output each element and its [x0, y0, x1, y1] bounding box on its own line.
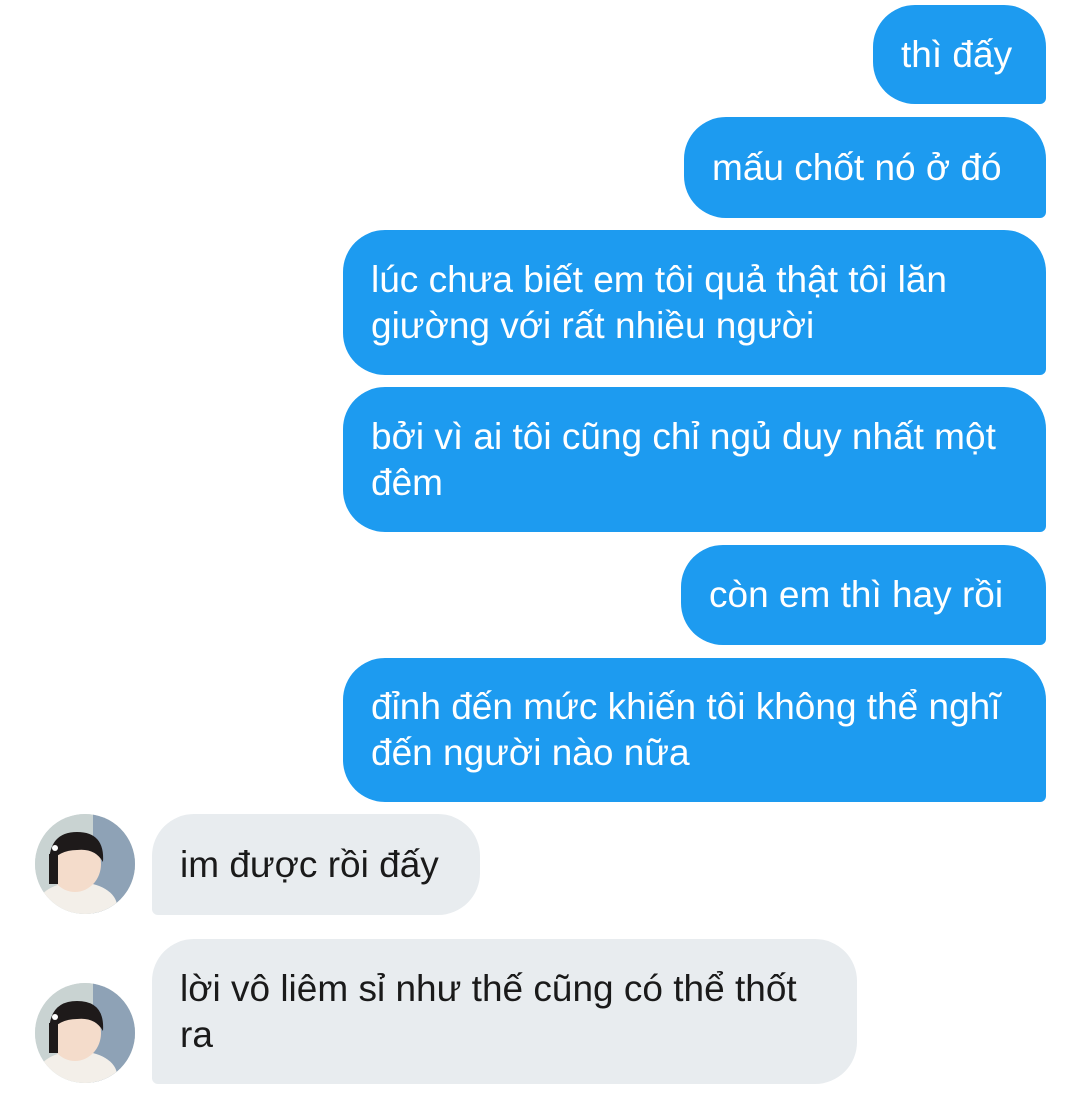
message-text: lời vô liêm sỉ như thế cũng có thể thốt …: [180, 967, 797, 1055]
message-text: còn em thì hay rồi: [709, 574, 1004, 615]
message-bubble-incoming[interactable]: lời vô liêm sỉ như thế cũng có thể thốt …: [152, 939, 857, 1084]
contact-avatar[interactable]: [35, 814, 135, 914]
message-text: im được rồi đấy: [180, 843, 439, 885]
message-bubble-outgoing[interactable]: đỉnh đến mức khiến tôi không thể nghĩ đế…: [343, 658, 1046, 802]
message-bubble-outgoing[interactable]: còn em thì hay rồi: [681, 545, 1046, 645]
message-bubble-outgoing[interactable]: thì đấy: [873, 5, 1046, 104]
message-text: lúc chưa biết em tôi quả thật tôi lăn gi…: [371, 258, 947, 346]
message-bubble-outgoing[interactable]: mấu chốt nó ở đó: [684, 117, 1046, 218]
message-bubble-outgoing[interactable]: lúc chưa biết em tôi quả thật tôi lăn gi…: [343, 230, 1046, 375]
message-bubble-incoming[interactable]: im được rồi đấy: [152, 814, 480, 915]
message-text: thì đấy: [901, 33, 1013, 75]
message-text: đỉnh đến mức khiến tôi không thể nghĩ đế…: [371, 686, 1001, 773]
avatar-image: [35, 983, 135, 1083]
avatar-image: [35, 814, 135, 914]
message-text: bởi vì ai tôi cũng chỉ ngủ duy nhất một …: [371, 415, 996, 503]
message-text: mấu chốt nó ở đó: [712, 146, 1002, 188]
message-bubble-outgoing[interactable]: bởi vì ai tôi cũng chỉ ngủ duy nhất một …: [343, 387, 1046, 532]
contact-avatar[interactable]: [35, 983, 135, 1083]
